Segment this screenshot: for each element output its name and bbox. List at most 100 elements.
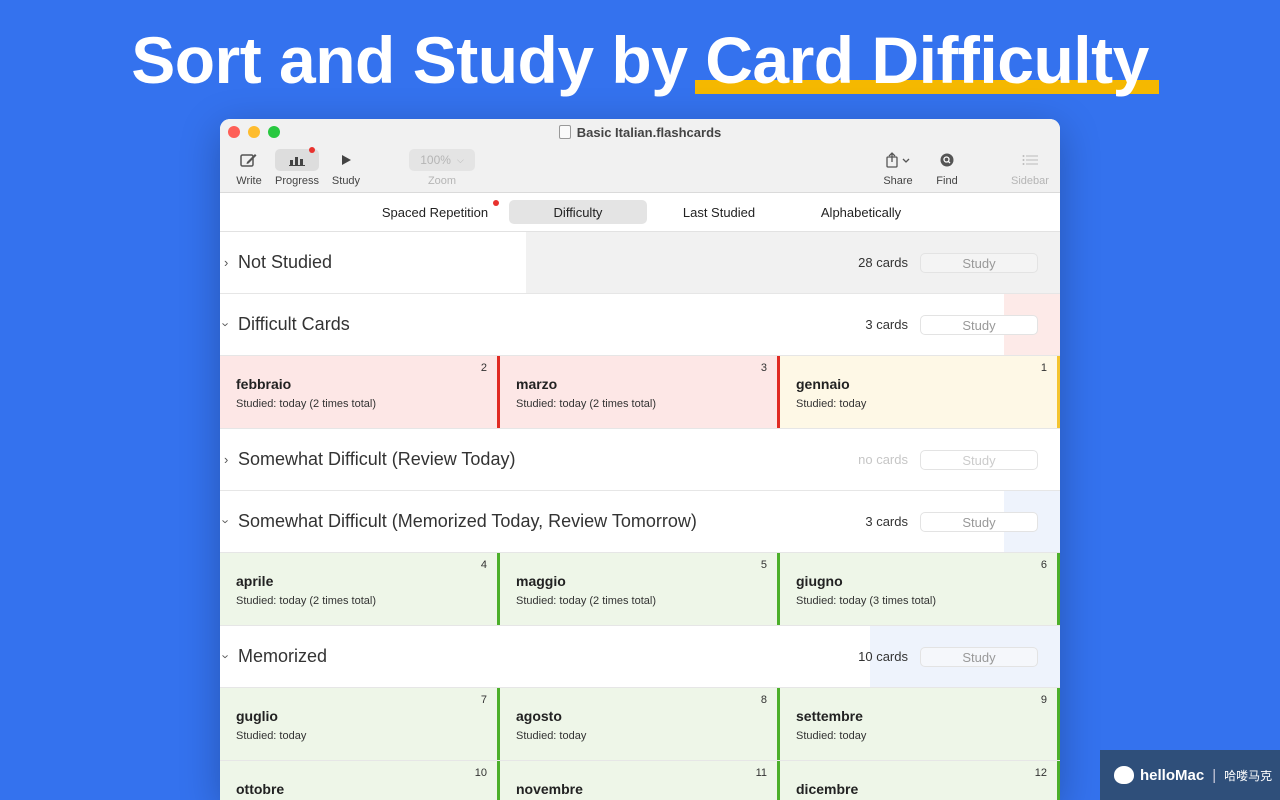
card-info: Studied: today (2 times total): [236, 595, 377, 607]
card-tile[interactable]: maggio Studied: today (2 times total) 5: [500, 553, 780, 625]
notification-dot: [493, 200, 499, 206]
window-title: Basic Italian.flashcards: [220, 125, 1060, 140]
sidebar-label: Sidebar: [1011, 175, 1049, 187]
card-name: febbraio: [236, 376, 292, 392]
card-number: 3: [760, 362, 767, 374]
group-title: Somewhat Difficult (Review Today): [238, 449, 516, 469]
card-name: marzo: [516, 376, 558, 392]
watermark-cn: 哈喽马克: [1224, 768, 1273, 783]
progress-label: Progress: [274, 175, 320, 187]
study-group-button[interactable]: Study: [920, 450, 1038, 470]
cards-row: febbraio Studied: today (2 times total) …: [220, 356, 1060, 429]
chevron-down-icon[interactable]: ›: [220, 519, 234, 523]
card-number: 9: [1040, 694, 1047, 706]
card-number: 8: [760, 694, 767, 706]
card-number: 1: [1040, 362, 1047, 374]
card-tile[interactable]: febbraio Studied: today (2 times total) …: [220, 356, 500, 428]
headline-highlight: Card Difficulty: [695, 23, 1159, 97]
zoom-control[interactable]: 100% ⌵ Zoom: [409, 149, 475, 187]
list-icon: [1008, 149, 1052, 171]
watermark-separator: |: [1212, 766, 1217, 784]
card-name: settembre: [796, 708, 863, 724]
find-button[interactable]: Find: [932, 149, 962, 187]
card-name: ottobre: [236, 781, 285, 797]
study-group-button[interactable]: Study: [920, 253, 1038, 273]
group-count: no cards: [858, 452, 908, 467]
card-tile[interactable]: dicembre 12: [780, 761, 1060, 800]
study-group-button[interactable]: Study: [920, 315, 1038, 335]
card-number: 7: [480, 694, 487, 706]
card-name: giugno: [796, 573, 843, 589]
share-icon: [880, 149, 916, 171]
find-label: Find: [936, 175, 958, 187]
cards-row: aprile Studied: today (2 times total) 4 …: [220, 553, 1060, 626]
card-tile[interactable]: novembre 11: [500, 761, 780, 800]
card-number: 5: [760, 559, 767, 571]
notification-dot: [309, 147, 315, 153]
pencil-icon: [234, 149, 264, 171]
card-info: Studied: today (2 times total): [236, 398, 377, 410]
card-info: Studied: today: [516, 730, 587, 742]
write-label: Write: [236, 175, 262, 187]
card-name: novembre: [516, 781, 583, 797]
segment-spaced-repetition[interactable]: Spaced Repetition: [370, 200, 500, 224]
share-label: Share: [883, 175, 913, 187]
group-header-somewhat-review-today[interactable]: › Somewhat Difficult (Review Today) no c…: [220, 429, 1060, 491]
zoom-label: Zoom: [427, 175, 457, 187]
card-info: Studied: today: [796, 730, 867, 742]
card-tile[interactable]: agosto Studied: today 8: [500, 688, 780, 760]
card-tile[interactable]: giugno Studied: today (3 times total) 6: [780, 553, 1060, 625]
chevron-right-icon[interactable]: ›: [224, 452, 228, 467]
cards-row: ottobre 10 novembre 11 dicembre 12: [220, 761, 1060, 800]
card-tile[interactable]: gennaio Studied: today 1: [780, 356, 1060, 428]
chevron-right-icon[interactable]: ›: [224, 255, 228, 270]
segment-last-studied[interactable]: Last Studied: [650, 200, 788, 224]
titlebar: Basic Italian.flashcards Write Progress …: [220, 119, 1060, 193]
chevron-down-icon[interactable]: ›: [220, 654, 234, 658]
group-count: 10 cards: [858, 649, 908, 664]
study-group-button[interactable]: Study: [920, 512, 1038, 532]
play-icon: [328, 149, 364, 171]
chevron-down-icon[interactable]: ›: [220, 322, 234, 326]
group-header-somewhat-review-tomorrow[interactable]: › Somewhat Difficult (Memorized Today, R…: [220, 491, 1060, 553]
cards-row: guglio Studied: today 7 agosto Studied: …: [220, 688, 1060, 761]
search-icon: [932, 149, 962, 171]
card-name: gennaio: [796, 376, 850, 392]
card-number: 11: [755, 767, 767, 779]
document-icon: [558, 125, 571, 139]
watermark: helloMac | 哈喽马克: [1100, 750, 1280, 800]
zoom-box-wrapper: 100% ⌵: [409, 149, 475, 171]
group-title: Difficult Cards: [238, 314, 350, 334]
headline-prefix: Sort and Study by: [131, 23, 706, 97]
card-name: aprile: [236, 573, 274, 589]
card-tile[interactable]: ottobre 10: [220, 761, 500, 800]
sidebar-button[interactable]: Sidebar: [1008, 149, 1052, 187]
group-title: Somewhat Difficult (Memorized Today, Rev…: [238, 511, 697, 531]
study-group-button[interactable]: Study: [920, 647, 1038, 667]
segment-alphabetically[interactable]: Alphabetically: [792, 200, 930, 224]
cat-logo-icon: [1114, 766, 1134, 784]
study-label: Study: [331, 175, 361, 187]
card-name: maggio: [516, 573, 566, 589]
progress-button[interactable]: Progress: [273, 147, 321, 187]
card-tile[interactable]: marzo Studied: today (2 times total) 3: [500, 356, 780, 428]
app-window: Basic Italian.flashcards Write Progress …: [220, 119, 1060, 800]
share-button[interactable]: Share: [880, 149, 916, 187]
card-tile[interactable]: settembre Studied: today 9: [780, 688, 1060, 760]
group-header-memorized[interactable]: › Memorized 10 cards Study: [220, 626, 1060, 688]
card-tile[interactable]: guglio Studied: today 7: [220, 688, 500, 760]
card-number: 12: [1034, 767, 1047, 779]
headline: Sort and Study by Card Difficulty: [0, 22, 1280, 98]
segment-difficulty[interactable]: Difficulty: [509, 200, 647, 224]
study-toolbar-button[interactable]: Study: [328, 149, 364, 187]
card-tile[interactable]: aprile Studied: today (2 times total) 4: [220, 553, 500, 625]
group-header-not-studied[interactable]: › Not Studied 28 cards Study: [220, 232, 1060, 294]
group-header-difficult-cards[interactable]: › Difficult Cards 3 cards Study: [220, 294, 1060, 356]
watermark-brand: helloMac: [1140, 766, 1205, 784]
group-title: Memorized: [238, 646, 328, 666]
write-button[interactable]: Write: [234, 149, 264, 187]
card-name: dicembre: [796, 781, 859, 797]
group-count: 28 cards: [858, 255, 908, 270]
card-info: Studied: today: [796, 398, 867, 410]
zoom-select[interactable]: 100% ⌵: [409, 149, 475, 171]
